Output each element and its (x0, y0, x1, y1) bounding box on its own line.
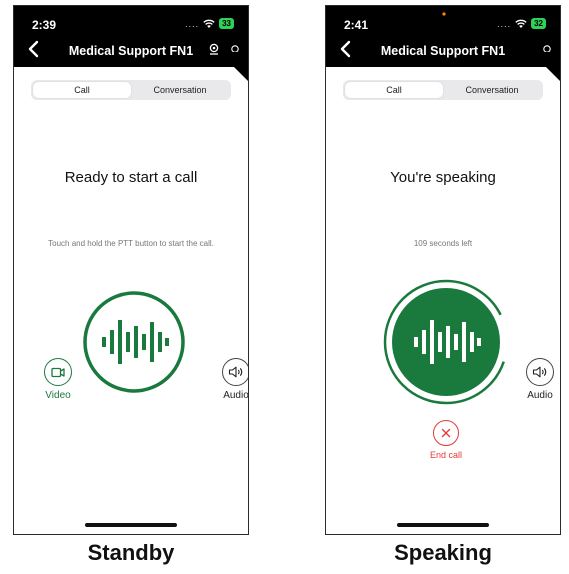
time-remaining: 109 seconds left (413, 239, 473, 248)
tab-conversation[interactable]: Conversation (131, 82, 229, 98)
audio-label: Audio (223, 390, 249, 401)
signal-dots-icon: .... (497, 18, 512, 29)
wifi-icon (203, 19, 215, 28)
wifi-icon (515, 19, 527, 28)
app-header: 2:41 .... 32 Medical Support FN1 (326, 6, 560, 67)
tab-segmented-control: Call Conversation (31, 80, 231, 100)
standby-caption: Standby (87, 540, 175, 565)
speaker-icon (228, 366, 243, 378)
signal-dots-icon: .... (185, 18, 200, 29)
ptt-instruction: Touch and hold the PTT button to start t… (48, 239, 214, 248)
status-time: 2:41 (344, 18, 369, 32)
speaker-icon (532, 366, 547, 378)
phone-speaking-screen: 2:41 .... 32 Medical Support FN1 Call Co… (325, 5, 561, 535)
audio-label: Audio (527, 390, 553, 401)
video-button[interactable]: Video (38, 358, 78, 401)
audio-button[interactable]: Audio (520, 358, 560, 401)
speaking-caption: Speaking (394, 540, 492, 565)
ptt-button-active[interactable] (382, 278, 510, 406)
tab-call[interactable]: Call (345, 82, 443, 98)
end-call-button[interactable]: End call (414, 420, 478, 460)
nav-title: Medical Support FN1 (380, 44, 506, 58)
battery-indicator: 33 (219, 18, 234, 29)
video-label: Video (45, 390, 71, 401)
ptt-button[interactable] (82, 290, 186, 394)
end-call-label: End call (429, 450, 463, 460)
call-status-heading: You're speaking (390, 169, 496, 186)
home-indicator[interactable] (397, 523, 489, 527)
corner-ribbon (219, 52, 248, 82)
audio-button[interactable]: Audio (216, 358, 249, 401)
recording-dot-icon (442, 12, 446, 16)
phone-standby-screen: 2:39 .... 33 Medical Support FN1 Call Co… (13, 5, 249, 535)
battery-indicator: 32 (531, 18, 546, 29)
tab-conversation[interactable]: Conversation (443, 82, 541, 98)
corner-ribbon (531, 52, 560, 82)
status-indicators: .... 32 (497, 18, 546, 29)
close-x-icon (441, 428, 451, 438)
status-time: 2:39 (32, 18, 57, 32)
call-status-heading: Ready to start a call (64, 169, 198, 186)
app-header: 2:39 .... 33 Medical Support FN1 (14, 6, 248, 67)
status-indicators: .... 33 (185, 18, 234, 29)
tab-call[interactable]: Call (33, 82, 131, 98)
home-indicator[interactable] (85, 523, 177, 527)
video-camera-icon (51, 367, 65, 377)
tab-segmented-control: Call Conversation (343, 80, 543, 100)
